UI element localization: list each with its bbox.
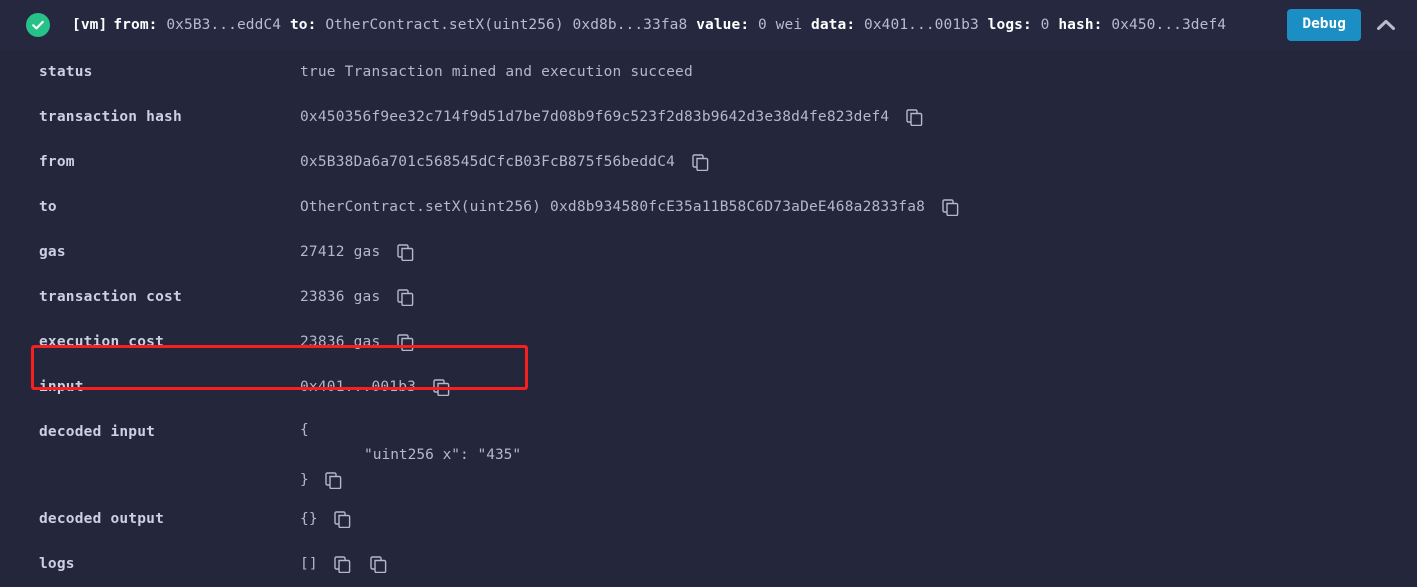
json-entry: "uint256 x": "435" <box>364 447 522 463</box>
table-row: to OtherContract.setX(uint256) 0xd8b9345… <box>0 185 1417 230</box>
input-data-text: 0x401...001b3 <box>300 379 417 395</box>
copy-icon[interactable] <box>394 332 416 354</box>
row-label-execution-cost: execution cost <box>39 334 165 350</box>
status-text: true Transaction mined and execution suc… <box>300 64 693 80</box>
row-value-decoded-output: {} <box>300 497 1417 542</box>
row-value-transaction-cost: 23836 gas <box>300 275 1417 320</box>
copy-icon[interactable] <box>332 554 354 576</box>
debug-button[interactable]: Debug <box>1287 9 1361 41</box>
summary-value-hash: 0x450...3def4 <box>1111 17 1227 33</box>
table-row-decoded-input: decoded input { "uint256 x": "435" } <box>0 410 1417 497</box>
copy-icon[interactable] <box>903 107 925 129</box>
logs-text: [] <box>300 556 318 572</box>
row-value-transaction-hash: 0x450356f9ee32c714f9d51d7be7d08b9f69c523… <box>300 95 1417 140</box>
copy-icon[interactable] <box>689 152 711 174</box>
summary-key-from: from: <box>113 17 158 33</box>
row-value-gas: 27412 gas <box>300 230 1417 275</box>
from-address-text: 0x5B38Da6a701c568545dCfcB03FcB875f56bedd… <box>300 154 676 170</box>
row-label-transaction-hash: transaction hash <box>39 109 182 125</box>
table-row: from 0x5B38Da6a701c568545dCfcB03FcB875f5… <box>0 140 1417 185</box>
decoded-input-json: { "uint256 x": "435" } <box>300 410 1417 493</box>
summary-value-logs: 0 <box>1040 17 1050 33</box>
table-row: gas 27412 gas <box>0 230 1417 275</box>
row-label-logs: logs <box>39 556 75 572</box>
copy-icon[interactable] <box>323 470 345 492</box>
summary-value-value: 0 wei <box>758 17 803 33</box>
copy-icon-secondary[interactable] <box>368 554 390 576</box>
row-value-execution-cost: 23836 gas <box>300 320 1417 365</box>
decoded-output-text: {} <box>300 511 318 527</box>
table-row-input: input 0x401...001b3 <box>0 365 1417 410</box>
transaction-hash-text: 0x450356f9ee32c714f9d51d7be7d08b9f69c523… <box>300 109 890 125</box>
json-brace-close: } <box>300 472 309 488</box>
row-label-decoded-output: decoded output <box>39 511 165 527</box>
row-value-status: true Transaction mined and execution suc… <box>300 50 1417 95</box>
summary-value-from: 0x5B3...eddC4 <box>166 17 282 33</box>
row-value-from: 0x5B38Da6a701c568545dCfcB03FcB875f56bedd… <box>300 140 1417 185</box>
row-label-from: from <box>39 154 75 170</box>
transaction-cost-text: 23836 gas <box>300 289 381 305</box>
summary-key-logs: logs: <box>987 17 1032 33</box>
row-label-gas: gas <box>39 244 66 260</box>
row-label-input: input <box>39 379 84 395</box>
to-contract-text: OtherContract.setX(uint256) 0xd8b934580f… <box>300 199 926 215</box>
copy-icon[interactable] <box>430 377 452 399</box>
execution-cost-text: 23836 gas <box>300 334 381 350</box>
transaction-summary-bar[interactable]: [vm] from: 0x5B3...eddC4 to: OtherContrac… <box>0 0 1417 50</box>
check-circle-icon <box>26 13 50 37</box>
summary-value-to: OtherContract.setX(uint256) 0xd8b...33fa… <box>325 17 688 33</box>
transaction-summary-text: [vm] from: 0x5B3...eddC4 to: OtherContrac… <box>72 18 1277 33</box>
row-label-decoded-input: decoded input <box>39 424 156 440</box>
transaction-detail-table: status true Transaction mined and execut… <box>0 50 1417 587</box>
json-brace-open: { <box>300 422 309 438</box>
summary-key-data: data: <box>811 17 856 33</box>
row-label-status: status <box>39 64 93 80</box>
json-brace-close-row: } <box>300 468 1417 493</box>
copy-icon[interactable] <box>394 287 416 309</box>
row-value-logs: [] <box>300 542 1417 587</box>
summary-key-hash: hash: <box>1058 17 1103 33</box>
table-row: execution cost 23836 gas <box>0 320 1417 365</box>
table-row: transaction hash 0x450356f9ee32c714f9d51… <box>0 95 1417 140</box>
row-label-transaction-cost: transaction cost <box>39 289 182 305</box>
table-row: decoded output {} <box>0 497 1417 542</box>
summary-key-to: to: <box>289 17 317 33</box>
copy-icon[interactable] <box>394 242 416 264</box>
row-value-input: 0x401...001b3 <box>300 365 1417 410</box>
chevron-up-icon[interactable] <box>1369 8 1403 42</box>
copy-icon[interactable] <box>939 197 961 219</box>
row-value-to: OtherContract.setX(uint256) 0xd8b934580f… <box>300 185 1417 230</box>
row-label-to: to <box>39 199 57 215</box>
table-row: status true Transaction mined and execut… <box>0 50 1417 95</box>
summary-value-data: 0x401...001b3 <box>864 17 979 33</box>
table-row: transaction cost 23836 gas <box>0 275 1417 320</box>
summary-key-vm: [vm] <box>72 17 108 33</box>
copy-icon[interactable] <box>332 509 354 531</box>
table-row: logs [] <box>0 542 1417 587</box>
summary-key-value: value: <box>696 17 750 33</box>
gas-text: 27412 gas <box>300 244 381 260</box>
